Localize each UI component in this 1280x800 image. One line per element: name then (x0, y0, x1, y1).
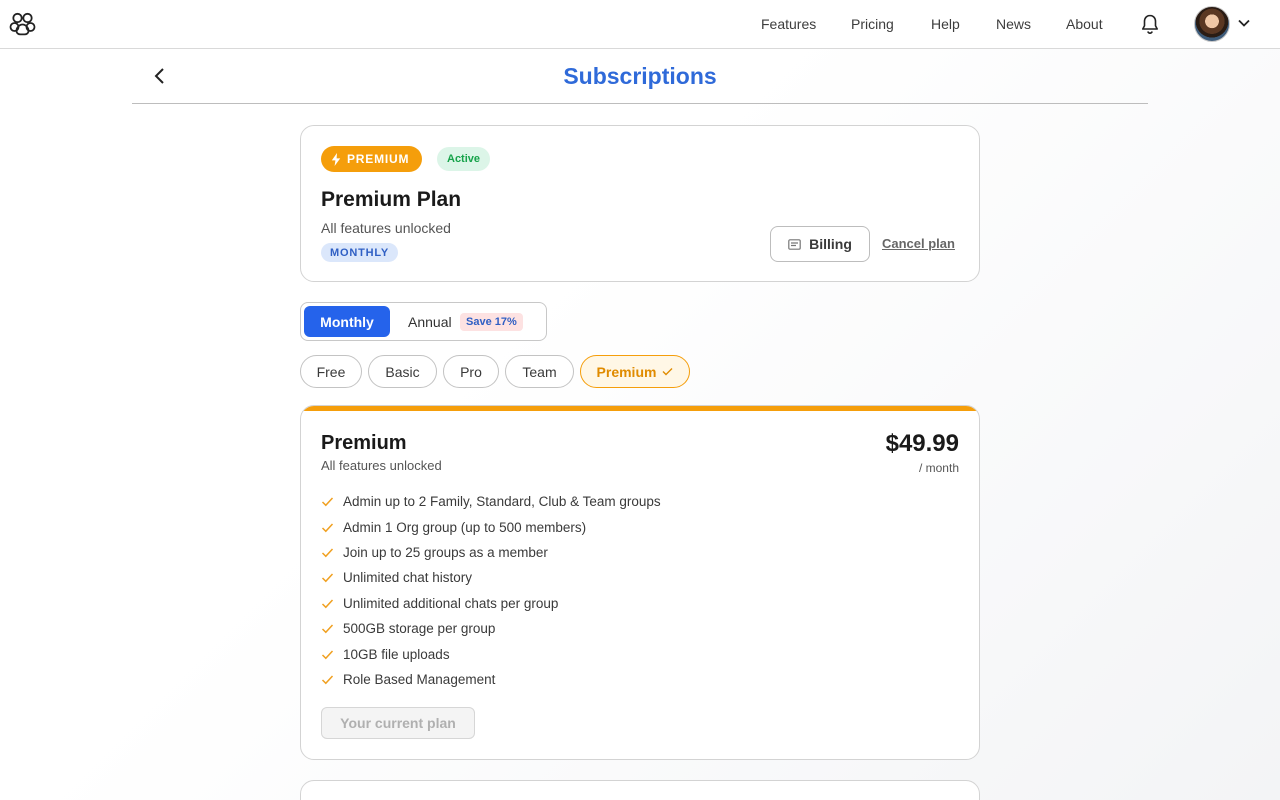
check-icon (321, 650, 334, 659)
current-plan-button: Your current plan (321, 707, 475, 739)
toggle-monthly[interactable]: Monthly (304, 306, 390, 337)
check-icon (321, 573, 334, 583)
plan-detail-name: Premium (321, 432, 407, 454)
current-plan-description: All features unlocked (321, 220, 451, 236)
top-navigation: Features Pricing Help News About (0, 0, 1280, 49)
list-item: Unlimited chat history (321, 565, 921, 590)
plan-tab-premium[interactable]: Premium (580, 355, 690, 388)
check-icon (321, 675, 334, 685)
plan-tab-premium-label: Premium (596, 363, 657, 380)
premium-badge-label: PREMIUM (347, 152, 410, 166)
plan-accent-bar (301, 406, 979, 411)
premium-badge: PREMIUM (321, 146, 423, 172)
lightning-bolt-icon (331, 152, 341, 166)
nav-link-help[interactable]: Help (931, 16, 960, 32)
billing-button[interactable]: Billing (770, 226, 870, 262)
nav-links: Features Pricing Help News About (0, 0, 1280, 48)
nav-link-pricing[interactable]: Pricing (851, 16, 894, 32)
nav-link-news[interactable]: News (996, 16, 1031, 32)
list-item: Admin up to 2 Family, Standard, Club & T… (321, 489, 921, 514)
feature-text: 10GB file uploads (343, 646, 450, 662)
check-icon (321, 523, 334, 532)
current-plan-card: PREMIUM Active Premium Plan All features… (300, 125, 980, 282)
plan-price: $49.99 (885, 430, 959, 457)
check-icon (321, 624, 334, 634)
bell-icon[interactable] (1140, 13, 1160, 35)
list-item: 500GB storage per group (321, 616, 921, 641)
save-badge: Save 17% (460, 313, 523, 331)
plan-tab-team[interactable]: Team (505, 355, 574, 388)
feature-list: Admin up to 2 Family, Standard, Club & T… (321, 489, 921, 692)
plan-detail-description: All features unlocked (321, 458, 442, 473)
plan-tab-pro[interactable]: Pro (443, 355, 499, 388)
plan-tab-free[interactable]: Free (300, 355, 362, 388)
list-item: Unlimited additional chats per group (321, 591, 921, 616)
feature-text: Admin 1 Org group (up to 500 members) (343, 519, 587, 535)
plan-detail-card: Premium All features unlocked $49.99 / m… (300, 405, 980, 760)
header-divider (132, 103, 1148, 104)
cancel-plan-link[interactable]: Cancel plan (882, 236, 955, 251)
feature-text: Unlimited chat history (343, 570, 473, 586)
check-icon (662, 368, 673, 376)
chevron-down-icon[interactable] (1237, 16, 1251, 30)
billing-cycle-toggle: Monthly Annual Save 17% (300, 302, 547, 341)
list-item: Join up to 25 groups as a member (321, 540, 921, 565)
feature-text: 500GB storage per group (343, 621, 496, 637)
check-icon (321, 548, 334, 558)
billing-button-label: Billing (809, 236, 852, 252)
avatar[interactable] (1194, 6, 1230, 42)
feature-text: Admin up to 2 Family, Standard, Club & T… (343, 494, 661, 510)
plan-price-period: / month (918, 461, 959, 475)
feature-text: Unlimited additional chats per group (343, 595, 559, 611)
nav-link-about[interactable]: About (1066, 16, 1103, 32)
list-item: 10GB file uploads (321, 641, 921, 666)
feature-text: Role Based Management (343, 671, 496, 687)
receipt-icon (788, 238, 801, 250)
status-badge: Active (437, 147, 491, 171)
list-item: Admin 1 Org group (up to 500 members) (321, 514, 921, 539)
check-icon (321, 599, 334, 609)
list-item: Role Based Management (321, 667, 921, 692)
nav-link-features[interactable]: Features (761, 16, 816, 32)
plan-tab-basic[interactable]: Basic (368, 355, 437, 388)
billing-cycle-badge: MONTHLY (321, 243, 398, 262)
toggle-annual[interactable]: Annual (408, 314, 452, 330)
current-plan-name: Premium Plan (321, 188, 462, 211)
page-title: Subscriptions (563, 63, 717, 89)
check-icon (321, 497, 334, 507)
feature-text: Join up to 25 groups as a member (343, 544, 548, 560)
next-card (300, 780, 980, 800)
